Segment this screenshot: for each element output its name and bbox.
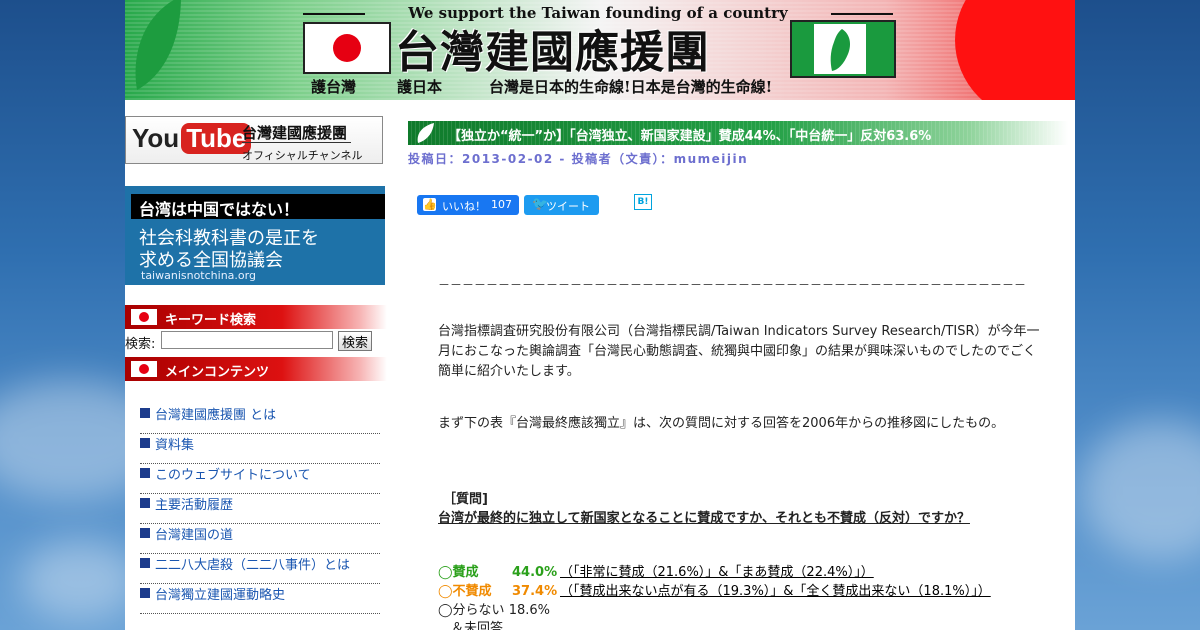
slogan-protect-taiwan: 護台灣	[311, 78, 357, 96]
post-paragraph-1: 台灣指標調査研究股份有限公司（台灣指標民調/Taiwan Indicators …	[438, 324, 1040, 379]
answer-row-unknown: ◯分らない 18.6%	[438, 603, 551, 618]
menu-item-about-group[interactable]: 台灣建國應援團 とは	[140, 404, 380, 434]
post-meta: 投稿日：2013-02-02 - 投稿者（文責）：mumeijin	[408, 152, 749, 166]
tweet-button[interactable]: 🐦 ツイート	[524, 195, 599, 215]
slogan-protect-japan: 護日本	[397, 78, 443, 96]
search-section-header: キーワード検索	[125, 305, 387, 329]
question-text: 台湾が最終的に独立して新国家となることに賛成ですか、それとも不賛成（反対）ですか…	[438, 511, 970, 526]
header-slogans: 護台灣 護日本 台灣是日本的生命線!日本是台灣的生命線!	[303, 76, 893, 96]
answer-row-disagree: ◯不賛成 37.4% （「賛成出来ない点が有る（19.3%）」&「全く賛成出来ない（…	[438, 584, 991, 599]
sun-decoration	[955, 0, 1075, 100]
page-container: We support the Taiwan founding of a coun…	[125, 0, 1075, 630]
main-contents-section-header: メインコンテンツ	[125, 357, 387, 381]
square-bullet-icon	[140, 558, 150, 568]
japan-flag-icon	[131, 309, 157, 325]
search-section-title: キーワード検索	[165, 313, 257, 328]
thumbs-up-icon: 👍	[423, 198, 437, 211]
post-title[interactable]: 【独立か“統一”か】「台湾独立、新国家建設」賛成44%、「中台統一」反対63.6…	[448, 125, 931, 144]
like-count: 107	[491, 198, 512, 211]
search-label: 検索:	[125, 337, 156, 352]
search-button[interactable]: 検索	[338, 331, 373, 351]
youtube-logo-icon: You Tube	[132, 123, 252, 154]
menu-item-228-incident[interactable]: 二二八大虐殺（二二八事件）とは	[140, 554, 380, 584]
slogan-lifeline: 台灣是日本的生命線!日本是台灣的生命線!	[489, 78, 773, 96]
youtube-channel-subtitle: オフィシャルチャンネル	[242, 149, 363, 162]
menu-item-activity-history[interactable]: 主要活動履歴	[140, 494, 380, 524]
menu-item-independence-history[interactable]: 台灣獨立建國運動略史	[140, 584, 380, 614]
banner-url: taiwanisnotchina.org	[141, 269, 256, 282]
answer-row-no-response: ＆未回答	[438, 621, 504, 630]
main-contents-section-title: メインコンテンツ	[165, 365, 270, 380]
search-form: 検索: 検索	[125, 331, 387, 352]
post-title-bar: 【独立か“統一”か】「台湾独立、新国家建設」賛成44%、「中台統一」反対63.6…	[408, 121, 1068, 145]
square-bullet-icon	[140, 528, 150, 538]
cloud	[1080, 420, 1200, 560]
youtube-channel-title: 台灣建國應援團	[242, 124, 352, 143]
square-bullet-icon	[140, 588, 150, 598]
answer-row-agree: ◯賛成 44.0% （「非常に賛成（21.6%）」&「まあ賛成（22.4%）」）	[438, 565, 874, 580]
question-heading: ［質問]	[443, 492, 488, 507]
square-bullet-icon	[140, 438, 150, 448]
japan-flag-icon	[303, 22, 391, 74]
post-paragraph-2: まず下の表『台灣最終應該獨立』は、次の質問に対する回答を2006年からの推移図に…	[438, 416, 1005, 431]
menu-item-road-to-independence[interactable]: 台灣建国の道	[140, 524, 380, 554]
square-bullet-icon	[140, 498, 150, 508]
search-input[interactable]	[161, 331, 333, 349]
facebook-like-button[interactable]: 👍 いいね！ 107	[417, 195, 519, 215]
main-contents-menu: 台灣建國應援團 とは 資料集 このウェブサイトについて 主要活動履歴 台灣建国の…	[140, 404, 380, 614]
cloud	[20, 540, 140, 620]
square-bullet-icon	[140, 408, 150, 418]
japan-flag-icon	[131, 361, 157, 377]
taiwan-flag-icon	[790, 20, 896, 78]
menu-item-documents[interactable]: 資料集	[140, 434, 380, 464]
banner-headline: 台湾は中国ではない！	[139, 200, 300, 219]
youtube-channel-banner[interactable]: You Tube 台灣建國應援團 オフィシャルチャンネル	[125, 116, 383, 164]
square-bullet-icon	[140, 468, 150, 478]
site-header[interactable]: We support the Taiwan founding of a coun…	[125, 0, 1075, 100]
hatena-bookmark-button[interactable]: B!	[634, 194, 652, 210]
text-divider: －－－－－－－－－－－－－－－－－－－－－－－－－－－－－－－－－－－－－－－－…	[438, 278, 1027, 292]
site-title[interactable]: 台灣建國應援團	[395, 16, 710, 80]
taiwan-not-china-banner[interactable]: 台湾は中国ではない！ 社会科教科書の是正を 求める全国協議会 taiwanisn…	[125, 186, 385, 285]
leaf-icon	[135, 0, 181, 90]
leaf-icon	[417, 123, 434, 143]
menu-item-about-site[interactable]: このウェブサイトについて	[140, 464, 380, 494]
